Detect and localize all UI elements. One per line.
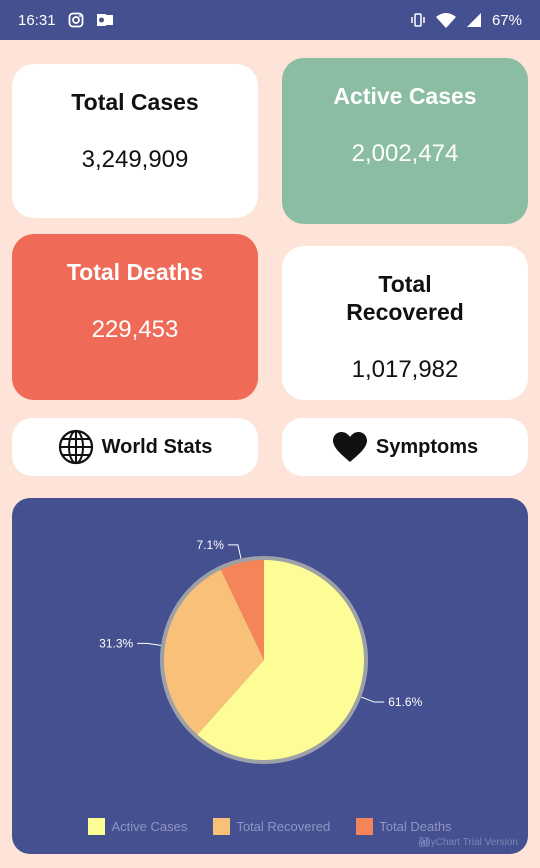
pie-label-leader (137, 642, 162, 646)
legend-label: Total Recovered (236, 819, 331, 834)
legend-item-recovered[interactable]: Total Recovered (213, 818, 330, 835)
legend-swatch (213, 818, 231, 835)
outlook-icon (96, 12, 114, 28)
pie-data-label: 7.1% (197, 538, 225, 552)
legend-item-deaths[interactable]: Total Deaths (356, 818, 452, 835)
legend-swatch (356, 818, 374, 835)
watermark-text: AnyChart Trial Version (418, 837, 519, 848)
pie-data-label: 61.6% (388, 695, 422, 709)
pie-label-leader (227, 544, 242, 559)
world-stats-button[interactable]: World Stats (12, 418, 258, 476)
total-recovered-value: 1,017,982 (351, 356, 459, 383)
pie-chart: 61.6% 31.3% 7.1% (99, 538, 423, 764)
total-recovered-title: Total Recovered (346, 271, 464, 325)
legend-swatch (88, 818, 106, 835)
pie-data-label: 31.3% (99, 636, 133, 650)
active-cases-value: 2,002,474 (351, 140, 459, 167)
legend-item-active[interactable]: Active Cases (88, 818, 187, 835)
total-deaths-title: Total Deaths (66, 259, 204, 285)
instagram-icon (68, 12, 84, 28)
symptoms-button[interactable]: Symptoms (282, 418, 528, 476)
total-recovered-card: Total Recovered 1,017,982 (282, 246, 528, 400)
total-deaths-value: 229,453 (91, 316, 179, 343)
world-stats-label: World Stats (101, 435, 213, 458)
vibrate-icon (410, 12, 426, 28)
anychart-icon (418, 837, 429, 847)
total-deaths-card: Total Deaths 229,453 (12, 234, 258, 400)
status-time: 16:31 (18, 11, 56, 29)
chart-watermark: AnyChart Trial Version (418, 837, 519, 848)
battery-level: 67% (491, 11, 522, 29)
symptoms-label: Symptoms (375, 435, 479, 458)
chart-legend: Active Cases Total Recovered Total Death… (12, 818, 528, 835)
total-cases-card: Total Cases 3,249,909 (12, 64, 258, 218)
heart-icon (332, 431, 368, 463)
wifi-icon (435, 12, 456, 28)
total-cases-value: 3,249,909 (81, 146, 189, 173)
legend-label: Active Cases (111, 819, 188, 834)
status-bar: 16:31 67% (0, 0, 540, 40)
pie-label-leader (360, 696, 385, 703)
active-cases-card: Active Cases 2,002,474 (282, 58, 528, 224)
globe-icon (58, 429, 94, 465)
total-cases-title: Total Cases (71, 89, 199, 115)
chart-panel: 61.6% 31.3% 7.1% Active Cases Total Recove… (12, 498, 528, 854)
signal-icon (466, 12, 482, 28)
active-cases-title: Active Cases (333, 83, 477, 109)
legend-label: Total Deaths (379, 819, 452, 834)
